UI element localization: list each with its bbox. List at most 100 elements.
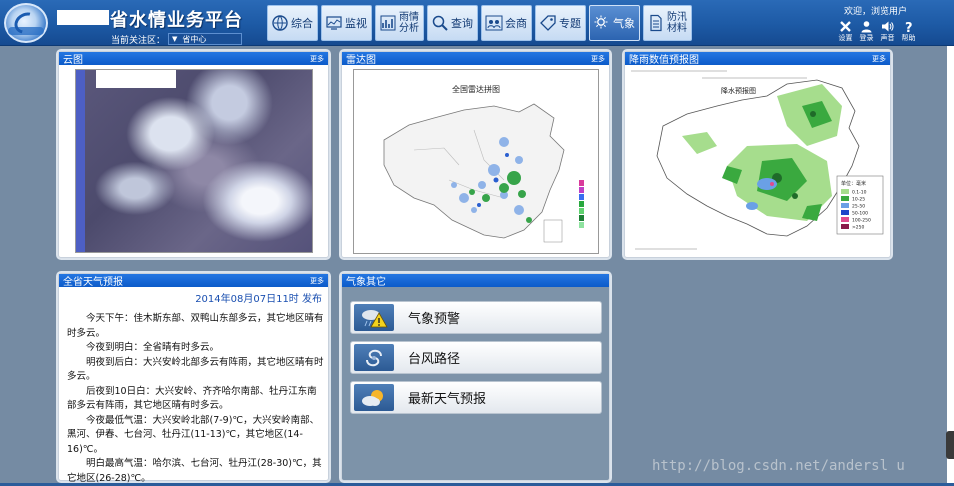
focus-area-value: 省中心 bbox=[182, 34, 207, 44]
rainfall-forecast-panel: 降雨数值预报图 更多 降水预报图 单位：毫米 0.1-10 10-25 25-5… bbox=[624, 51, 891, 258]
tab-label-line2: 材料 bbox=[667, 23, 687, 34]
typhoon-track-button[interactable]: 台风路径 bbox=[350, 341, 602, 374]
speaker-icon bbox=[882, 21, 894, 32]
focus-area-select[interactable]: ▼ 省中心 bbox=[168, 33, 243, 45]
document-icon bbox=[650, 14, 662, 32]
tab-monitor[interactable]: 监视 bbox=[321, 5, 372, 41]
tool-label: 设置 bbox=[838, 34, 853, 42]
tag-icon bbox=[540, 15, 556, 31]
forecast-body: 今天下午：佳木斯东部、双鸭山东部多云，其它地区晴有时多云。 今夜到明白：全省晴有… bbox=[67, 312, 325, 486]
tab-label-line1: 雨情 bbox=[399, 12, 419, 23]
globe-icon bbox=[272, 15, 288, 31]
weather-icon bbox=[594, 15, 608, 29]
radar-mosaic-image[interactable]: 全国雷达拼图 bbox=[353, 69, 599, 254]
panel-header: 气象其它 bbox=[342, 274, 609, 288]
tab-label-line2: 分析 bbox=[399, 23, 419, 34]
forecast-paragraph: 今夜到明白：全省晴有时多云。 bbox=[86, 342, 220, 353]
tab-label: 综合 bbox=[291, 17, 313, 30]
tool-label: 登录 bbox=[859, 34, 874, 42]
publish-time: 2014年08月07日11时 发布 bbox=[195, 294, 322, 305]
rain-legend-label: 50-100 bbox=[852, 211, 868, 217]
more-link[interactable]: 更多 bbox=[872, 54, 890, 64]
help-button[interactable]: ? 帮助 bbox=[899, 20, 918, 43]
welcome-text: 欢迎，浏览用户 bbox=[843, 7, 907, 17]
app-header: 省水情业务平台 当前关注区： ▼ 省中心 综合 监视 雨情 分析 查询 会商 专… bbox=[0, 0, 954, 46]
settings-button[interactable]: 设置 bbox=[836, 20, 855, 43]
tab-rain-analysis[interactable]: 雨情 分析 bbox=[375, 5, 424, 41]
sun-cloud-icon bbox=[354, 384, 394, 411]
help-icon: ? bbox=[905, 21, 913, 33]
forecast-paragraph: 今夜最低气温：大兴安岭北部(7-9)℃，大兴安岭南部、黑河、伊春、七台河、牡丹江… bbox=[67, 414, 320, 455]
tool-label: 声音 bbox=[880, 34, 895, 42]
rain-legend-label: 100-250 bbox=[852, 218, 871, 224]
forecast-paragraph: 后夜到10日白：大兴安岭、齐齐哈尔南部、牡丹江东南部多云有阵雨，其它地区晴有时多… bbox=[67, 385, 317, 412]
typhoon-track-label: 台风路径 bbox=[408, 352, 461, 367]
caret-down-icon: ▼ bbox=[172, 35, 178, 43]
tab-flood-materials[interactable]: 防汛 材料 bbox=[643, 5, 692, 41]
provincial-forecast-panel: 全省天气预报 更多 2014年08月07日11时 发布 今天下午：佳木斯东部、双… bbox=[58, 273, 329, 484]
weather-warning-label: 气象预警 bbox=[408, 312, 461, 327]
rain-legend-label: 25-50 bbox=[852, 204, 865, 210]
redacted-region bbox=[57, 10, 109, 25]
radar-map-title: 全国雷达拼图 bbox=[452, 84, 500, 94]
rainfall-forecast-image[interactable]: 降水预报图 单位：毫米 0.1-10 10-25 25-50 50-100 10… bbox=[627, 66, 889, 255]
tab-weather[interactable]: 气象 bbox=[589, 5, 640, 41]
rain-legend-label: >250 bbox=[852, 225, 864, 231]
panel-header: 云图 更多 bbox=[59, 52, 328, 66]
monitor-chart-icon bbox=[326, 16, 342, 30]
rain-legend-title: 单位：毫米 bbox=[841, 180, 866, 187]
tab-label-line1: 防汛 bbox=[667, 12, 687, 23]
panel-title: 降雨数值预报图 bbox=[629, 55, 699, 66]
panel-title: 云图 bbox=[63, 55, 83, 66]
sound-button[interactable]: 声音 bbox=[878, 20, 897, 43]
warning-icon bbox=[354, 304, 394, 331]
tab-label: 监视 bbox=[345, 17, 367, 30]
bar-chart-icon bbox=[380, 15, 396, 31]
cloud-panel: 云图 更多 bbox=[58, 51, 329, 258]
more-link[interactable]: 更多 bbox=[310, 54, 328, 64]
tab-label: 查询 bbox=[451, 17, 473, 30]
meeting-icon bbox=[485, 15, 503, 31]
rain-legend-label: 0.1-10 bbox=[852, 190, 867, 196]
forecast-paragraph: 明夜到后白：大兴安岭北部多云有阵雨，其它地区晴有时多云。 bbox=[67, 356, 324, 383]
logo-icon bbox=[4, 3, 48, 43]
login-button[interactable]: 登录 bbox=[857, 20, 876, 43]
panel-header: 全省天气预报 更多 bbox=[59, 274, 328, 288]
main-nav: 综合 监视 雨情 分析 查询 会商 专题 气象 防汛 材料 bbox=[267, 5, 695, 41]
watermark-text: http://blog.csdn.net/andersl u bbox=[652, 458, 905, 474]
forecast-paragraph: 明白最高气温：哈尔滨、七台河、牡丹江(28-30)℃，其它地区(26-28)℃。 bbox=[67, 458, 322, 484]
tab-label: 专题 bbox=[559, 17, 581, 30]
radar-panel: 雷达图 更多 全国雷达拼图 bbox=[341, 51, 610, 258]
more-link[interactable]: 更多 bbox=[310, 276, 328, 286]
tool-label: 帮助 bbox=[901, 34, 916, 42]
latest-forecast-label: 最新天气预报 bbox=[408, 392, 487, 407]
panel-header: 雷达图 更多 bbox=[342, 52, 609, 66]
weather-other-panel: 气象其它 气象预警 台风路径 最新天气预报 bbox=[341, 273, 610, 481]
typhoon-icon bbox=[354, 344, 394, 371]
toolbar: 设置 登录 声音 ? 帮助 bbox=[834, 20, 918, 43]
panel-header: 降雨数值预报图 更多 bbox=[625, 52, 890, 66]
satellite-cloud-image[interactable] bbox=[75, 69, 313, 253]
more-link[interactable]: 更多 bbox=[591, 54, 609, 64]
app-title: 省水情业务平台 bbox=[110, 10, 243, 31]
latest-forecast-button[interactable]: 最新天气预报 bbox=[350, 381, 602, 414]
forecast-paragraph: 今天下午：佳木斯东部、双鸭山东部多云，其它地区晴有时多云。 bbox=[67, 313, 324, 339]
tab-query[interactable]: 查询 bbox=[427, 5, 478, 41]
weather-warning-button[interactable]: 气象预警 bbox=[350, 301, 602, 334]
settings-icon bbox=[840, 21, 851, 32]
tab-label: 会商 bbox=[505, 17, 527, 30]
tab-label: 气象 bbox=[613, 17, 635, 30]
svg-text:?: ? bbox=[905, 21, 913, 33]
panel-title: 气象其它 bbox=[346, 277, 386, 288]
focus-area: 当前关注区： ▼ 省中心 bbox=[111, 33, 243, 46]
tab-topics[interactable]: 专题 bbox=[535, 5, 586, 41]
rain-map-title: 降水预报图 bbox=[721, 86, 756, 95]
side-handle[interactable] bbox=[946, 431, 954, 459]
focus-label: 当前关注区： bbox=[111, 35, 166, 46]
tab-overview[interactable]: 综合 bbox=[267, 5, 318, 41]
user-icon bbox=[861, 21, 872, 33]
panel-title: 雷达图 bbox=[346, 55, 376, 66]
magnifier-icon bbox=[432, 15, 448, 31]
tab-consultation[interactable]: 会商 bbox=[481, 5, 532, 41]
rain-legend-label: 10-25 bbox=[852, 197, 865, 203]
